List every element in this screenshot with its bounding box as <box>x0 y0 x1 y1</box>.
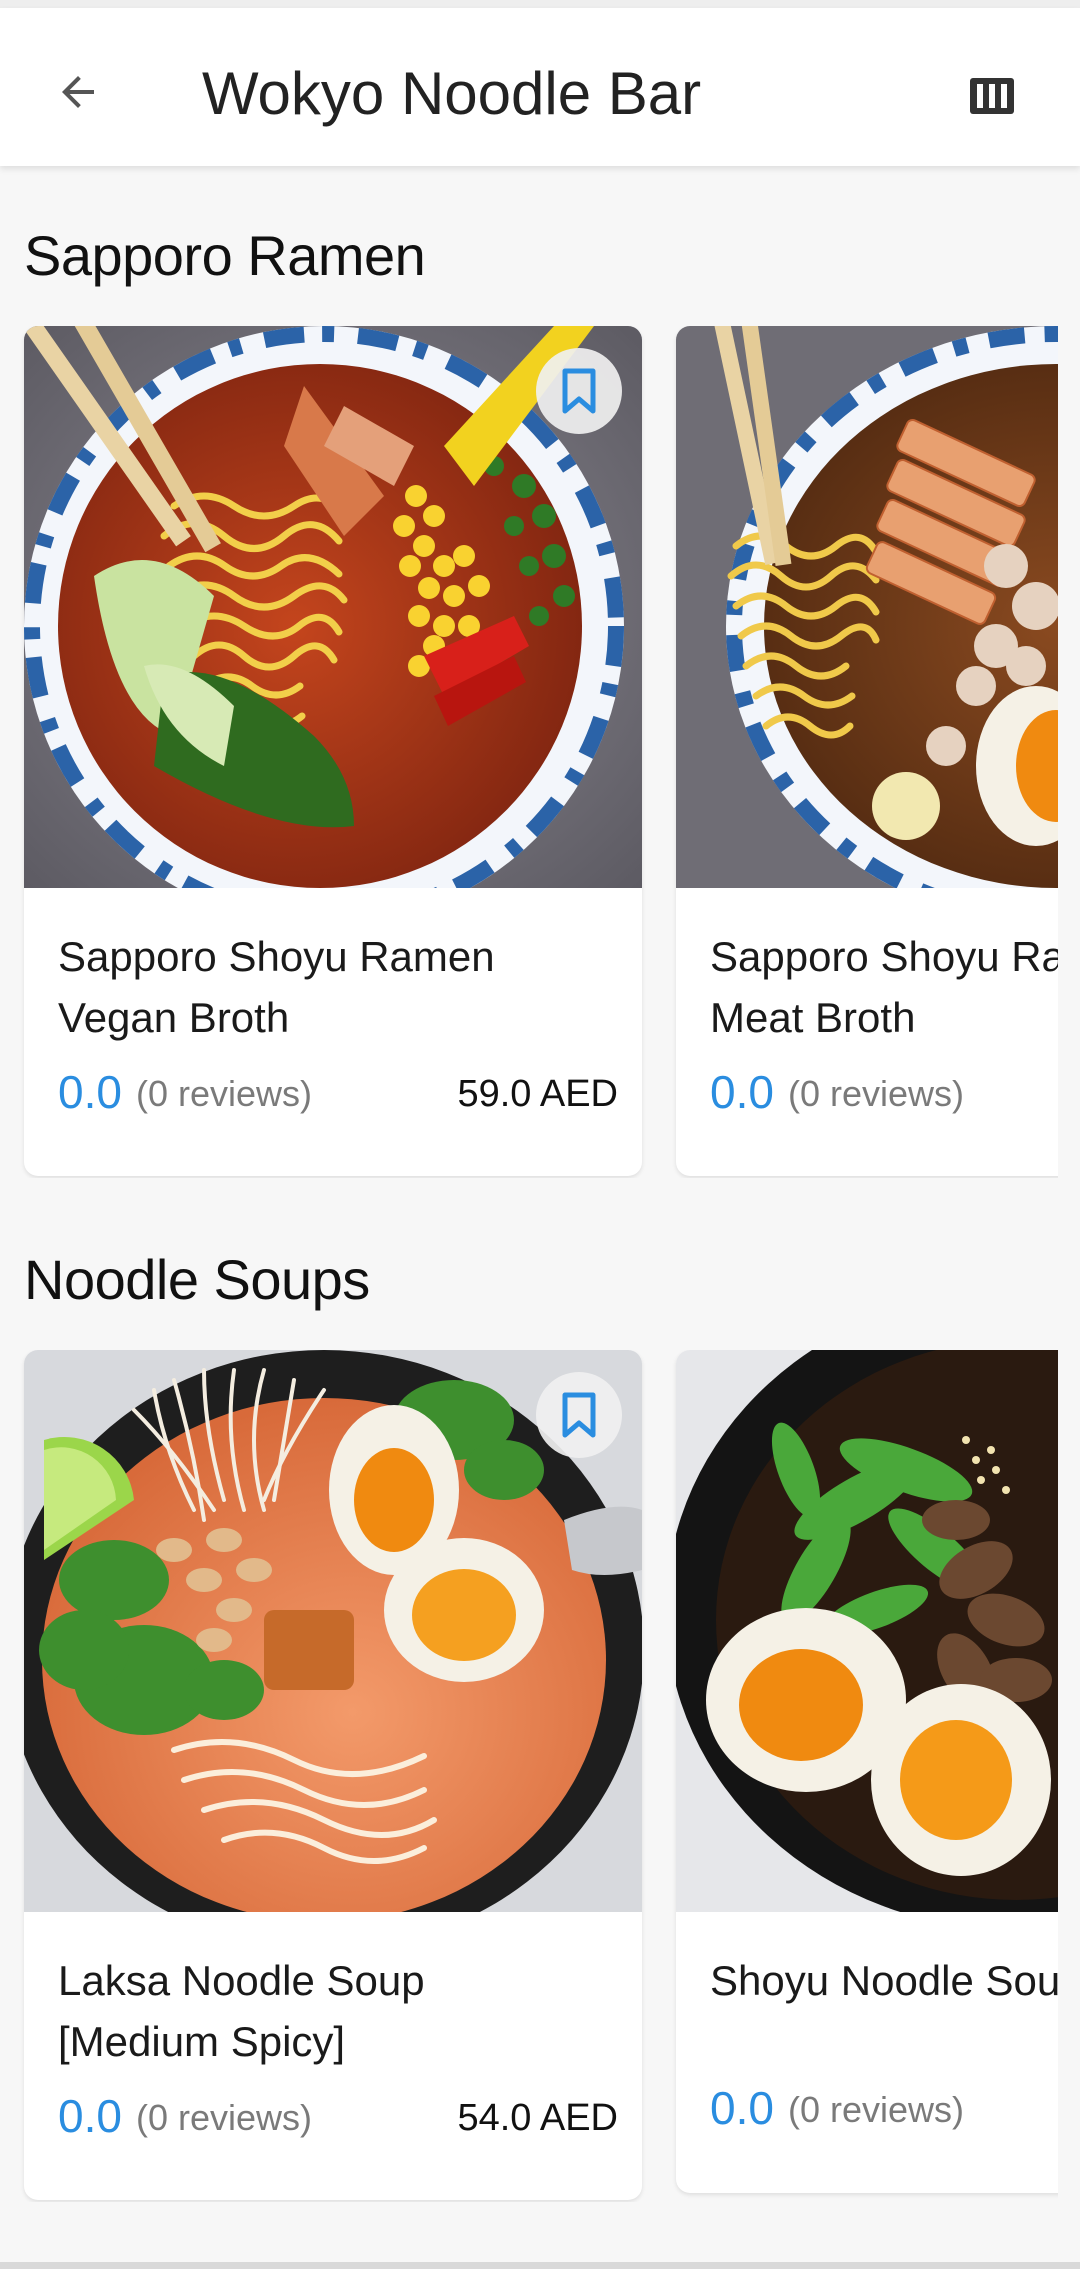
bookmark-button[interactable] <box>536 1372 622 1458</box>
status-strip <box>0 0 1080 8</box>
dish-name-line2: Vegan Broth <box>58 994 290 1041</box>
review-count: (0 reviews) <box>788 1073 965 1114</box>
dish-name: Sapporo Shoyu Ramen Vegan Broth <box>58 926 618 1048</box>
dish-name-line1: Laksa Noodle Soup <box>58 1957 425 2004</box>
bookmark-icon <box>562 368 596 414</box>
section-title-sapporo-ramen: Sapporo Ramen <box>24 224 426 287</box>
menu-button[interactable] <box>952 58 1032 134</box>
back-button[interactable] <box>40 54 116 130</box>
rating-value: 0.0 <box>58 1066 122 1118</box>
bookmark-button[interactable] <box>536 348 622 434</box>
dish-name: Laksa Noodle Soup [Medium Spicy] <box>58 1950 618 2072</box>
dish-name-line2: Meat Broth <box>710 994 916 1041</box>
rating-value: 0.0 <box>58 2090 122 2142</box>
app-bar: Wokyo Noodle Bar <box>0 8 1080 166</box>
page-title: Wokyo Noodle Bar <box>202 60 702 127</box>
dish-name-line1: Sapporo Shoyu Ramen <box>710 933 1058 980</box>
rating-row: 0.0 (0 reviews) <box>710 2078 1058 2138</box>
dish-name: Shoyu Noodle Soup <box>710 1950 1058 2011</box>
dish-name-line1: Shoyu Noodle Soup <box>710 1957 1058 2004</box>
dish-card[interactable]: Laksa Noodle Soup [Medium Spicy] 0.0 (0 … <box>24 1350 642 2200</box>
dish-card[interactable]: Shoyu Noodle Soup 0.0 (0 reviews) <box>676 1350 1058 2193</box>
arrow-left-icon <box>62 76 94 108</box>
dish-image <box>676 326 1058 888</box>
review-count: (0 reviews) <box>136 1073 313 1114</box>
dish-name-line2: [Medium Spicy] <box>58 2018 346 2065</box>
dish-name-line1: Sapporo Shoyu Ramen <box>58 933 495 980</box>
carousel-noodle-soups[interactable]: Laksa Noodle Soup [Medium Spicy] 0.0 (0 … <box>0 1350 1058 2202</box>
bottom-divider <box>0 2262 1080 2269</box>
carousel-sapporo-ramen[interactable]: Sapporo Shoyu Ramen Vegan Broth 0.0 (0 r… <box>0 326 1058 1178</box>
rating-row: 0.0 (0 reviews) 59.0 AED <box>58 1062 618 1122</box>
rating-value: 0.0 <box>710 1066 774 1118</box>
dish-card[interactable]: Sapporo Shoyu Ramen Meat Broth 0.0 (0 re… <box>676 326 1058 1176</box>
price: 54.0 AED <box>457 2097 618 2139</box>
rating-value: 0.0 <box>710 2082 774 2134</box>
review-count: (0 reviews) <box>136 2097 313 2138</box>
bookmark-icon <box>562 1392 596 1438</box>
section-title-noodle-soups: Noodle Soups <box>24 1248 370 1311</box>
rating-row: 0.0 (0 reviews) <box>710 1062 1058 1122</box>
review-count: (0 reviews) <box>788 2089 965 2130</box>
dish-name: Sapporo Shoyu Ramen Meat Broth <box>710 926 1058 1048</box>
dish-card[interactable]: Sapporo Shoyu Ramen Vegan Broth 0.0 (0 r… <box>24 326 642 1176</box>
menu-book-icon <box>970 78 1014 114</box>
dish-image <box>676 1350 1058 1912</box>
price: 59.0 AED <box>457 1073 618 1115</box>
rating-row: 0.0 (0 reviews) 54.0 AED <box>58 2086 618 2146</box>
